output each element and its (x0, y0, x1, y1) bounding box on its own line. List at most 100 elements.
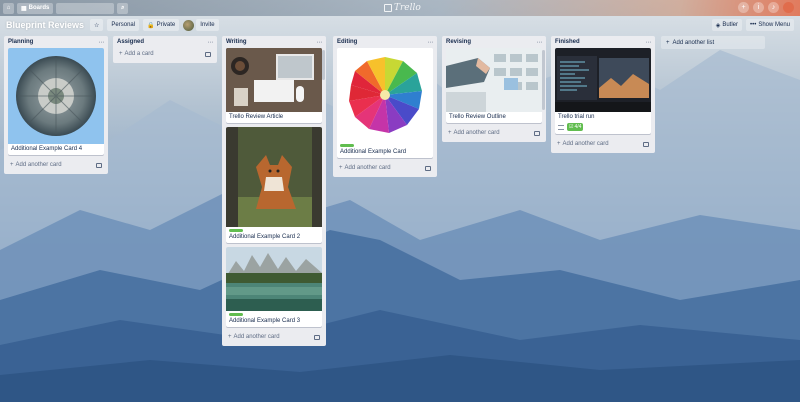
list-scrollbar[interactable] (542, 50, 545, 110)
list-menu-icon[interactable]: ··· (537, 39, 543, 46)
notification-icon[interactable]: ♪ (768, 2, 779, 13)
info-icon[interactable]: i (753, 2, 764, 13)
add-card-button[interactable]: + Add another card (226, 331, 322, 343)
add-list-label: Add another list (672, 39, 715, 46)
card-label-green[interactable] (340, 144, 354, 147)
card-cover-image (446, 48, 542, 112)
butler-button[interactable]: ◈ Butler (711, 19, 742, 31)
add-card-label: Add another card (233, 334, 280, 340)
card[interactable]: Additional Example Card 2 (226, 127, 322, 243)
top-navigation: ⌂ ▦ Boards ⌕ Trello + i ♪ (0, 0, 800, 16)
card[interactable]: Additional Example Card 4 (8, 48, 104, 155)
card-title: Additional Example Card (340, 149, 407, 155)
list-title[interactable]: Revising (446, 39, 471, 45)
plus-icon: + (448, 130, 452, 136)
card[interactable]: Additional Example Card (337, 48, 433, 158)
list-title[interactable]: Assigned (117, 39, 144, 45)
card-template-icon[interactable] (314, 334, 320, 340)
butler-label: Butler (722, 22, 738, 28)
home-button[interactable]: ⌂ (3, 2, 14, 14)
search-button[interactable]: ⌕ (117, 2, 129, 14)
boards-label: Boards (28, 5, 50, 11)
boards-button[interactable]: ▦ Boards (17, 2, 54, 14)
card-title: Additional Example Card 4 (11, 146, 83, 152)
add-icon[interactable]: + (738, 2, 749, 13)
invite-button[interactable]: Invite (196, 19, 219, 31)
list-menu-icon[interactable]: ··· (99, 39, 105, 46)
list-editing: Editing ··· Additional Example Card + Ad… (333, 36, 437, 177)
checklist-count: 4/4 (574, 124, 582, 130)
card-template-icon[interactable] (643, 141, 649, 147)
list-scrollbar[interactable] (322, 50, 325, 80)
list-menu-icon[interactable]: ··· (208, 39, 214, 46)
list-revising: Revising ··· Trello Review Outline + Add … (442, 36, 546, 142)
list-title[interactable]: Planning (8, 39, 33, 45)
add-card-label: Add a card (124, 51, 154, 57)
add-card-button[interactable]: + Add another card (8, 159, 104, 171)
card[interactable]: Trello Review Outline (446, 48, 542, 123)
checklist-badge: ☑ 4/4 (567, 123, 584, 131)
add-card-label: Add another card (453, 130, 500, 136)
plus-icon: + (228, 334, 232, 340)
more-icon: ••• (750, 22, 757, 28)
card-template-icon[interactable] (96, 162, 102, 168)
list-writing: Writing ··· Trello Review Article Additi… (222, 36, 326, 346)
show-menu-button[interactable]: ••• Show Menu (746, 19, 794, 31)
list-title[interactable]: Editing (337, 39, 357, 45)
card-title: Trello Review Article (229, 114, 284, 120)
list-menu-icon[interactable]: ··· (317, 39, 323, 46)
card-cover-image (226, 127, 322, 227)
add-card-label: Add another card (562, 141, 609, 147)
plus-icon: + (666, 39, 670, 46)
card-cover-image (226, 247, 322, 311)
card-cover-image (555, 48, 651, 112)
card-template-icon[interactable] (534, 130, 540, 136)
add-card-button[interactable]: + Add another card (446, 127, 542, 139)
add-card-button[interactable]: + Add another card (555, 138, 651, 150)
search-input[interactable] (56, 2, 115, 14)
card-template-icon[interactable] (425, 165, 431, 171)
list-finished: Finished ··· Trello trial run ☑ 4/4 + Add … (551, 36, 655, 153)
card-title: Additional Example Card 2 (229, 234, 301, 240)
add-card-button[interactable]: + Add a card (117, 48, 213, 60)
list-title[interactable]: Finished (555, 39, 580, 45)
description-icon (558, 124, 564, 130)
member-avatar[interactable] (183, 19, 195, 31)
team-label: Personal (111, 22, 136, 28)
add-card-button[interactable]: + Add another card (337, 162, 433, 174)
list-menu-icon[interactable]: ··· (646, 39, 652, 46)
trello-logo-text: Trello (394, 2, 421, 13)
card-cover-image (337, 48, 433, 142)
visibility-button[interactable]: 🔒 Private (143, 19, 180, 31)
star-button[interactable]: ☆ (90, 19, 104, 31)
card-cover-image (226, 48, 322, 112)
team-button[interactable]: Personal (107, 19, 140, 31)
boards-icon: ▦ (21, 5, 27, 12)
board-title[interactable]: Blueprint Reviews (6, 20, 84, 30)
visibility-label: Private (156, 22, 176, 28)
add-list-button[interactable]: + Add another list (661, 36, 765, 49)
invite-label: Invite (200, 22, 215, 28)
card-label-green[interactable] (229, 229, 243, 232)
card-label-green[interactable] (229, 313, 243, 316)
card[interactable]: Trello trial run ☑ 4/4 (555, 48, 651, 134)
card-title: Trello trial run (558, 114, 595, 120)
card-title: Trello Review Outline (449, 114, 506, 120)
add-card-label: Add another card (15, 162, 62, 168)
card[interactable]: Additional Example Card 3 (226, 247, 322, 327)
plus-icon: + (339, 165, 343, 171)
trello-logo[interactable]: Trello (384, 2, 421, 13)
list-planning: Planning ··· Additional Example Card 4 +… (4, 36, 108, 174)
card-cover-image (8, 48, 104, 144)
trello-logo-icon (384, 3, 392, 12)
list-menu-icon[interactable]: ··· (428, 39, 434, 46)
card-template-icon[interactable] (205, 51, 211, 57)
plus-icon: + (557, 141, 561, 147)
butler-icon: ◈ (715, 22, 721, 29)
list-title[interactable]: Writing (226, 39, 247, 45)
card-title: Additional Example Card 3 (229, 318, 301, 324)
list-assigned: Assigned ··· + Add a card (113, 36, 217, 63)
plus-icon: + (10, 162, 14, 168)
card[interactable]: Trello Review Article (226, 48, 322, 123)
user-avatar[interactable] (783, 2, 794, 13)
